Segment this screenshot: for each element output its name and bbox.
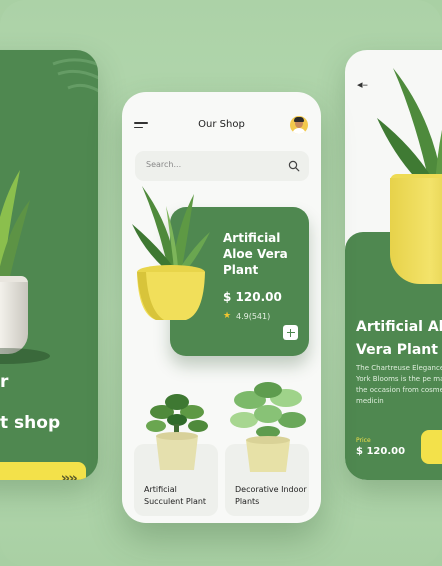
mockup-frame: r t shop »» ◂– Artificial Aloe Vera Plan… [0, 0, 442, 566]
detail-price: $ 120.00 [356, 446, 406, 457]
back-arrow-icon[interactable]: ◂– [357, 78, 368, 91]
onboarding-heading-line2: t shop [0, 413, 61, 433]
onboarding-heading-line1: r [0, 372, 9, 392]
aloe-plant-leaves [377, 68, 442, 186]
detail-product-title: Artificial Aloe Vera Plant [356, 319, 442, 358]
aloe-vera-plant-image [132, 186, 210, 320]
featured-product-rating: 4.9(541) [236, 312, 271, 321]
product-name: Decorative Indoor Plants [235, 485, 307, 506]
double-chevron-right-icon: »» [60, 469, 78, 480]
add-to-cart-plus-button[interactable] [283, 325, 298, 340]
star-icon: ★ [223, 311, 232, 321]
pot-shadow [0, 348, 50, 364]
indoor-plant-image [230, 382, 306, 472]
search-bar[interactable]: Search... [135, 151, 309, 181]
add-to-cart-button[interactable] [421, 430, 442, 464]
search-input[interactable]: Search... [146, 160, 181, 169]
snake-plant-leaves [0, 170, 30, 285]
get-started-button[interactable]: »» [0, 462, 86, 480]
left-onboarding-screen: r t shop »» [0, 50, 98, 480]
search-icon[interactable] [288, 160, 300, 172]
featured-product-price: $ 120.00 [223, 290, 282, 304]
palm-leaf-decoration [52, 58, 98, 93]
detail-price-label: Price [356, 437, 371, 444]
detail-description: The Chartreuse Elegance by New York Bloo… [356, 364, 442, 405]
plant-pot [0, 282, 28, 354]
user-avatar[interactable] [290, 116, 308, 134]
featured-product-name: Artificial Aloe Vera Plant [223, 231, 288, 277]
right-detail-screen: ◂– Artificial Aloe Vera Plant The Chartr… [345, 50, 442, 480]
product-name: Artificial Succulent Plant [144, 485, 207, 506]
detail-yellow-pot [390, 178, 442, 284]
succulent-plant-image [146, 394, 208, 470]
shop-screen: Our Shop Search... Artificial Aloe Vera … [122, 92, 321, 523]
